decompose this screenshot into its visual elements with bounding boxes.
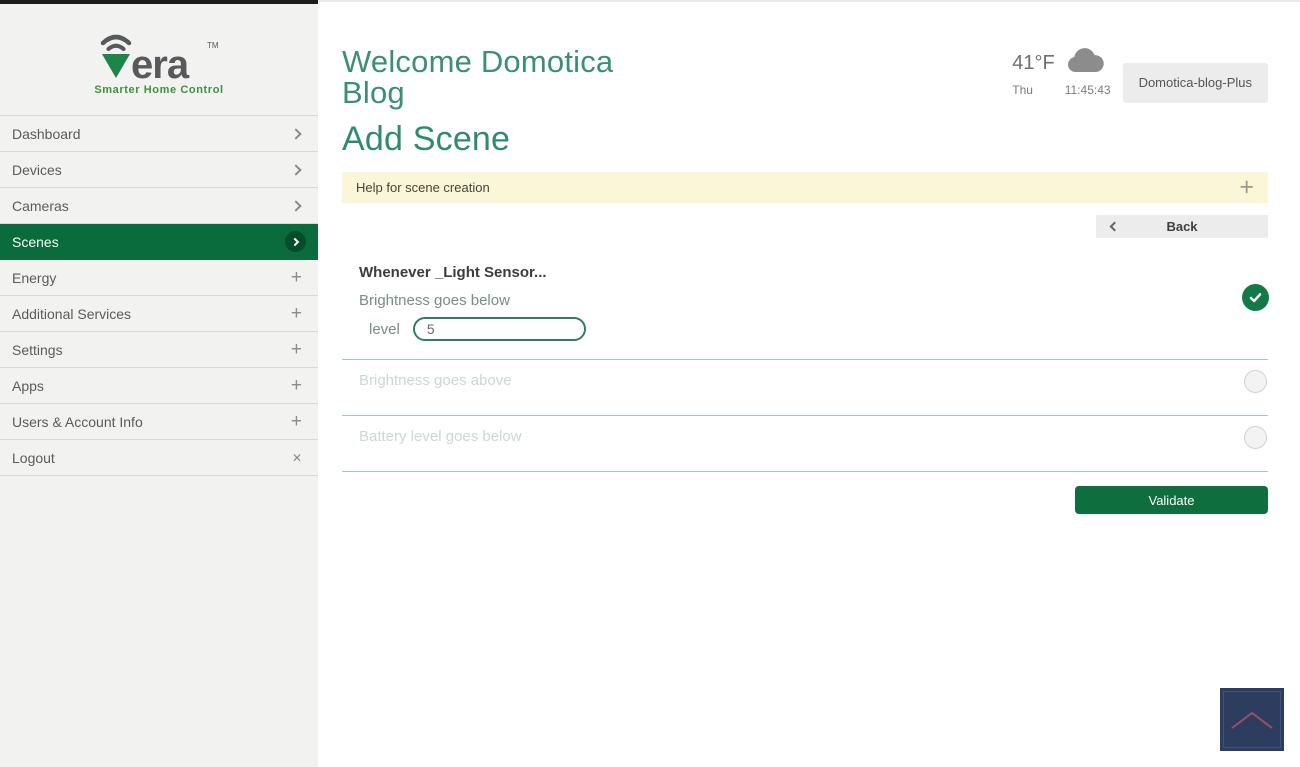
option-label: Brightness goes above — [359, 372, 1268, 389]
back-row: Back — [342, 215, 1268, 238]
sidebar-item-label: Devices — [12, 162, 62, 178]
back-button[interactable]: Back — [1096, 215, 1268, 238]
cloud-icon — [1065, 48, 1111, 79]
plus-icon: + — [291, 304, 302, 323]
sidebar-item-users-account-info[interactable]: Users & Account Info + — [0, 404, 318, 440]
weather-widget: 41°F Thu 11:45:43 — [1012, 48, 1110, 97]
main-content: Welcome Domotica Blog 41°F Thu 11:45:43 … — [318, 0, 1300, 767]
sidebar-item-label: Settings — [12, 342, 63, 358]
unselected-radio-icon[interactable] — [1244, 426, 1267, 449]
level-field-label: level — [369, 321, 400, 338]
plus-icon: + — [291, 268, 302, 287]
chevron-right-icon — [290, 128, 301, 139]
sidebar-item-energy[interactable]: Energy + — [0, 260, 318, 296]
sidebar-item-cameras[interactable]: Cameras — [0, 188, 318, 224]
sidebar: era TM Smarter Home Control Dashboard De… — [0, 0, 318, 767]
expand-plus-icon[interactable]: + — [1239, 175, 1254, 200]
selected-check-icon[interactable] — [1242, 284, 1269, 311]
trigger-option-brightness-below: Brightness goes below level — [342, 281, 1268, 360]
trigger-option-battery-below[interactable]: Battery level goes below — [342, 416, 1268, 472]
help-bar[interactable]: Help for scene creation + — [342, 172, 1268, 203]
sidebar-item-label: Energy — [12, 270, 56, 286]
vera-logo-tm: TM — [207, 41, 219, 50]
controller-name-button[interactable]: Domotica-blog-Plus — [1123, 63, 1268, 103]
sidebar-item-settings[interactable]: Settings + — [0, 332, 318, 368]
trigger-title: Whenever _Light Sensor... — [342, 264, 1268, 281]
chevron-right-icon — [290, 164, 301, 175]
welcome-title: Welcome Domotica Blog — [342, 46, 652, 108]
sidebar-item-scenes[interactable]: Scenes — [0, 224, 318, 260]
scroll-to-top-button[interactable] — [1220, 688, 1284, 751]
plus-icon: + — [291, 340, 302, 359]
sidebar-menu: Dashboard Devices Cameras Scenes Energy … — [0, 115, 318, 476]
sidebar-item-dashboard[interactable]: Dashboard — [0, 116, 318, 152]
trigger-option-brightness-above[interactable]: Brightness goes above — [342, 360, 1268, 416]
plus-icon: + — [291, 376, 302, 395]
sidebar-item-label: Apps — [12, 378, 44, 394]
sidebar-item-label: Additional Services — [12, 306, 131, 322]
help-bar-label: Help for scene creation — [356, 180, 490, 195]
sidebar-item-additional-services[interactable]: Additional Services + — [0, 296, 318, 332]
level-input[interactable] — [413, 317, 586, 341]
sidebar-item-apps[interactable]: Apps + — [0, 368, 318, 404]
chevron-right-icon — [290, 200, 301, 211]
unselected-radio-icon[interactable] — [1244, 370, 1267, 393]
weather-time: 11:45:43 — [1065, 83, 1111, 97]
validate-button[interactable]: Validate — [1075, 486, 1268, 514]
back-button-label: Back — [1166, 219, 1197, 234]
scene-trigger-section: Whenever _Light Sensor... Brightness goe… — [342, 264, 1268, 514]
plus-icon: + — [291, 412, 302, 431]
vera-tagline: Smarter Home Control — [94, 84, 223, 96]
close-icon: ✕ — [292, 451, 302, 465]
sidebar-item-label: Users & Account Info — [12, 414, 143, 430]
sidebar-item-label: Logout — [12, 450, 55, 466]
page-title: Add Scene — [342, 120, 1268, 159]
option-label: Brightness goes below — [359, 292, 1268, 309]
level-field-row: level — [359, 317, 1268, 341]
sidebar-item-label: Dashboard — [12, 126, 81, 142]
header-right: 41°F Thu 11:45:43 Domotica-blog-Plus — [1012, 46, 1268, 108]
validate-row: Validate — [342, 486, 1268, 514]
sidebar-item-label: Cameras — [12, 198, 69, 214]
page-header: Welcome Domotica Blog 41°F Thu 11:45:43 … — [342, 2, 1268, 108]
weather-day: Thu — [1012, 83, 1054, 97]
sidebar-item-logout[interactable]: Logout ✕ — [0, 440, 318, 476]
chevron-right-circle-icon — [285, 231, 306, 252]
sidebar-item-label: Scenes — [12, 234, 59, 250]
sidebar-item-devices[interactable]: Devices — [0, 152, 318, 188]
vera-logo-text: era — [131, 43, 190, 82]
vera-logo-icon: era TM — [95, 30, 223, 82]
option-label: Battery level goes below — [359, 428, 1268, 445]
weather-temperature: 41°F — [1012, 52, 1054, 75]
chevron-up-icon — [1228, 709, 1276, 731]
chevron-left-icon — [1110, 222, 1120, 232]
vera-logo: era TM Smarter Home Control — [0, 4, 318, 115]
